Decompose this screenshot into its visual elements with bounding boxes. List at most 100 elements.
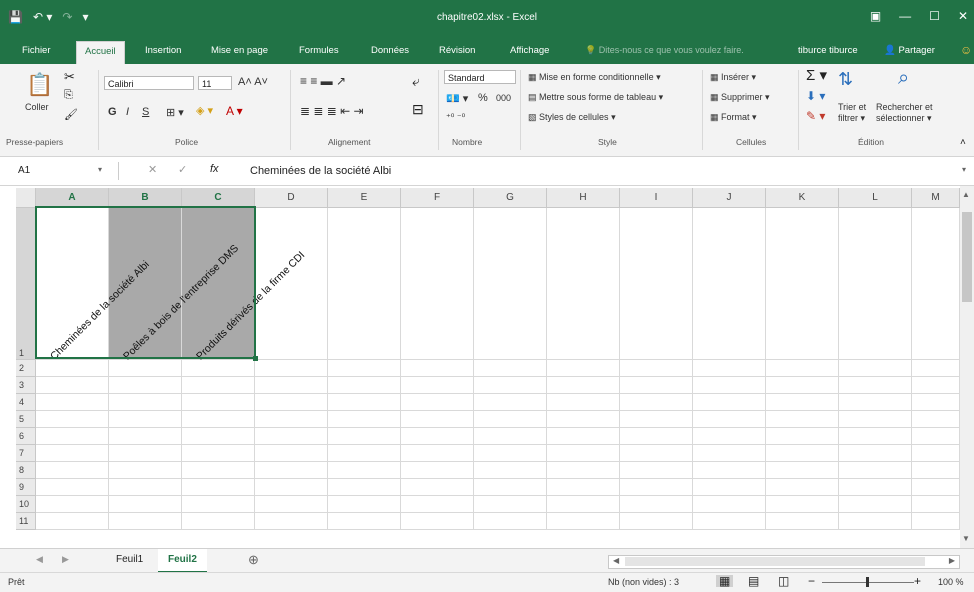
cell-l10[interactable]	[839, 496, 912, 513]
format-as-table-button[interactable]: ▤ Mettre sous forme de tableau ▾	[528, 92, 663, 103]
cell-k9[interactable]	[766, 479, 839, 496]
cell-l6[interactable]	[839, 428, 912, 445]
scroll-down-icon[interactable]: ▼	[962, 534, 970, 543]
cell-l7[interactable]	[839, 445, 912, 462]
cell-g8[interactable]	[474, 462, 547, 479]
row-header-1[interactable]: 1	[16, 208, 36, 360]
row-header-4[interactable]: 4	[16, 394, 36, 411]
share-button[interactable]: 👤 Partager	[884, 45, 935, 56]
row-header-10[interactable]: 10	[16, 496, 36, 513]
cell-j10[interactable]	[693, 496, 766, 513]
cell-k6[interactable]	[766, 428, 839, 445]
zoom-level[interactable]: 100 %	[938, 577, 964, 587]
cell-f4[interactable]	[401, 394, 474, 411]
cell-j2[interactable]	[693, 360, 766, 377]
thousands-button[interactable]: 000	[496, 93, 511, 103]
cell-b9[interactable]	[109, 479, 182, 496]
cell-f2[interactable]	[401, 360, 474, 377]
decimal-buttons-icon[interactable]: ⁺⁰ ⁻⁰	[446, 112, 465, 123]
cell-f6[interactable]	[401, 428, 474, 445]
tab-formulas[interactable]: Formules	[299, 45, 339, 56]
cell-g11[interactable]	[474, 513, 547, 530]
find-select-button[interactable]: Rechercher et sélectionner ▾	[876, 102, 933, 124]
tab-view[interactable]: Affichage	[510, 45, 549, 56]
cell-e3[interactable]	[328, 377, 401, 394]
cell-c11[interactable]	[182, 513, 255, 530]
column-header-l[interactable]: L	[839, 188, 912, 208]
italic-button[interactable]: I	[126, 106, 129, 118]
cell-b6[interactable]	[109, 428, 182, 445]
row-header-11[interactable]: 11	[16, 513, 36, 530]
underline-button[interactable]: S	[142, 106, 149, 118]
cell-l9[interactable]	[839, 479, 912, 496]
cell-c2[interactable]	[182, 360, 255, 377]
tab-file[interactable]: Fichier	[22, 45, 51, 56]
cell-g5[interactable]	[474, 411, 547, 428]
tab-review[interactable]: Révision	[439, 45, 475, 56]
add-sheet-icon[interactable]: ⊕	[248, 553, 259, 566]
scroll-up-icon[interactable]: ▲	[962, 190, 970, 199]
row-header-5[interactable]: 5	[16, 411, 36, 428]
cell-g2[interactable]	[474, 360, 547, 377]
cell-l11[interactable]	[839, 513, 912, 530]
cell-d5[interactable]	[255, 411, 328, 428]
cell-c8[interactable]	[182, 462, 255, 479]
fill-color-icon[interactable]: ◈ ▾	[196, 104, 213, 117]
sort-filter-icon[interactable]: ⇅	[838, 70, 853, 88]
sheet-tab-feuil1[interactable]: Feuil1	[106, 549, 153, 571]
cell-l2[interactable]	[839, 360, 912, 377]
normal-view-icon[interactable]: ▦	[716, 575, 734, 587]
close-icon[interactable]: ✕	[958, 9, 968, 23]
cell-a3[interactable]	[36, 377, 109, 394]
insert-function-icon[interactable]: fx	[210, 164, 219, 175]
column-header-a[interactable]: A	[36, 188, 109, 208]
column-header-e[interactable]: E	[328, 188, 401, 208]
cell-e6[interactable]	[328, 428, 401, 445]
cell-f8[interactable]	[401, 462, 474, 479]
delete-cells-button[interactable]: ▦ Supprimer ▾	[710, 92, 770, 103]
font-color-icon[interactable]: A ▾	[226, 104, 243, 118]
row-header-3[interactable]: 3	[16, 377, 36, 394]
maximize-icon[interactable]: ☐	[929, 9, 940, 23]
cell-a7[interactable]	[36, 445, 109, 462]
bold-button[interactable]: G	[108, 106, 117, 118]
paste-label[interactable]: Coller	[25, 102, 49, 112]
page-layout-view-icon[interactable]: ▤	[748, 575, 759, 587]
vertical-scrollbar[interactable]: ▲ ▼	[960, 186, 974, 548]
expand-formula-icon[interactable]: ▾	[962, 166, 966, 174]
cell-e4[interactable]	[328, 394, 401, 411]
cell-i9[interactable]	[620, 479, 693, 496]
accounting-icon[interactable]: 💶 ▾	[446, 92, 468, 105]
cell-i11[interactable]	[620, 513, 693, 530]
format-painter-icon[interactable]: 🖌	[64, 110, 78, 121]
cell-e11[interactable]	[328, 513, 401, 530]
cell-h4[interactable]	[547, 394, 620, 411]
enter-icon[interactable]: ✓	[178, 165, 187, 176]
cell-j4[interactable]	[693, 394, 766, 411]
cell-k2[interactable]	[766, 360, 839, 377]
cell-b2[interactable]	[109, 360, 182, 377]
cell-l8[interactable]	[839, 462, 912, 479]
cell-e7[interactable]	[328, 445, 401, 462]
tab-data[interactable]: Données	[371, 45, 409, 56]
cell-l5[interactable]	[839, 411, 912, 428]
cell-k7[interactable]	[766, 445, 839, 462]
cell-f11[interactable]	[401, 513, 474, 530]
cell-j3[interactable]	[693, 377, 766, 394]
cell-d11[interactable]	[255, 513, 328, 530]
cell-l4[interactable]	[839, 394, 912, 411]
cell-i7[interactable]	[620, 445, 693, 462]
column-header-k[interactable]: K	[766, 188, 839, 208]
format-cells-button[interactable]: ▦ Format ▾	[710, 112, 757, 123]
column-header-h[interactable]: H	[547, 188, 620, 208]
minimize-icon[interactable]: —	[899, 9, 911, 23]
cell-d6[interactable]	[255, 428, 328, 445]
column-header-i[interactable]: I	[620, 188, 693, 208]
cell-k10[interactable]	[766, 496, 839, 513]
cell-h2[interactable]	[547, 360, 620, 377]
cell-f3[interactable]	[401, 377, 474, 394]
zoom-in-icon[interactable]: +	[914, 575, 921, 587]
cell-d7[interactable]	[255, 445, 328, 462]
cell-styles-button[interactable]: ▧ Styles de cellules ▾	[528, 112, 616, 123]
cell-h5[interactable]	[547, 411, 620, 428]
